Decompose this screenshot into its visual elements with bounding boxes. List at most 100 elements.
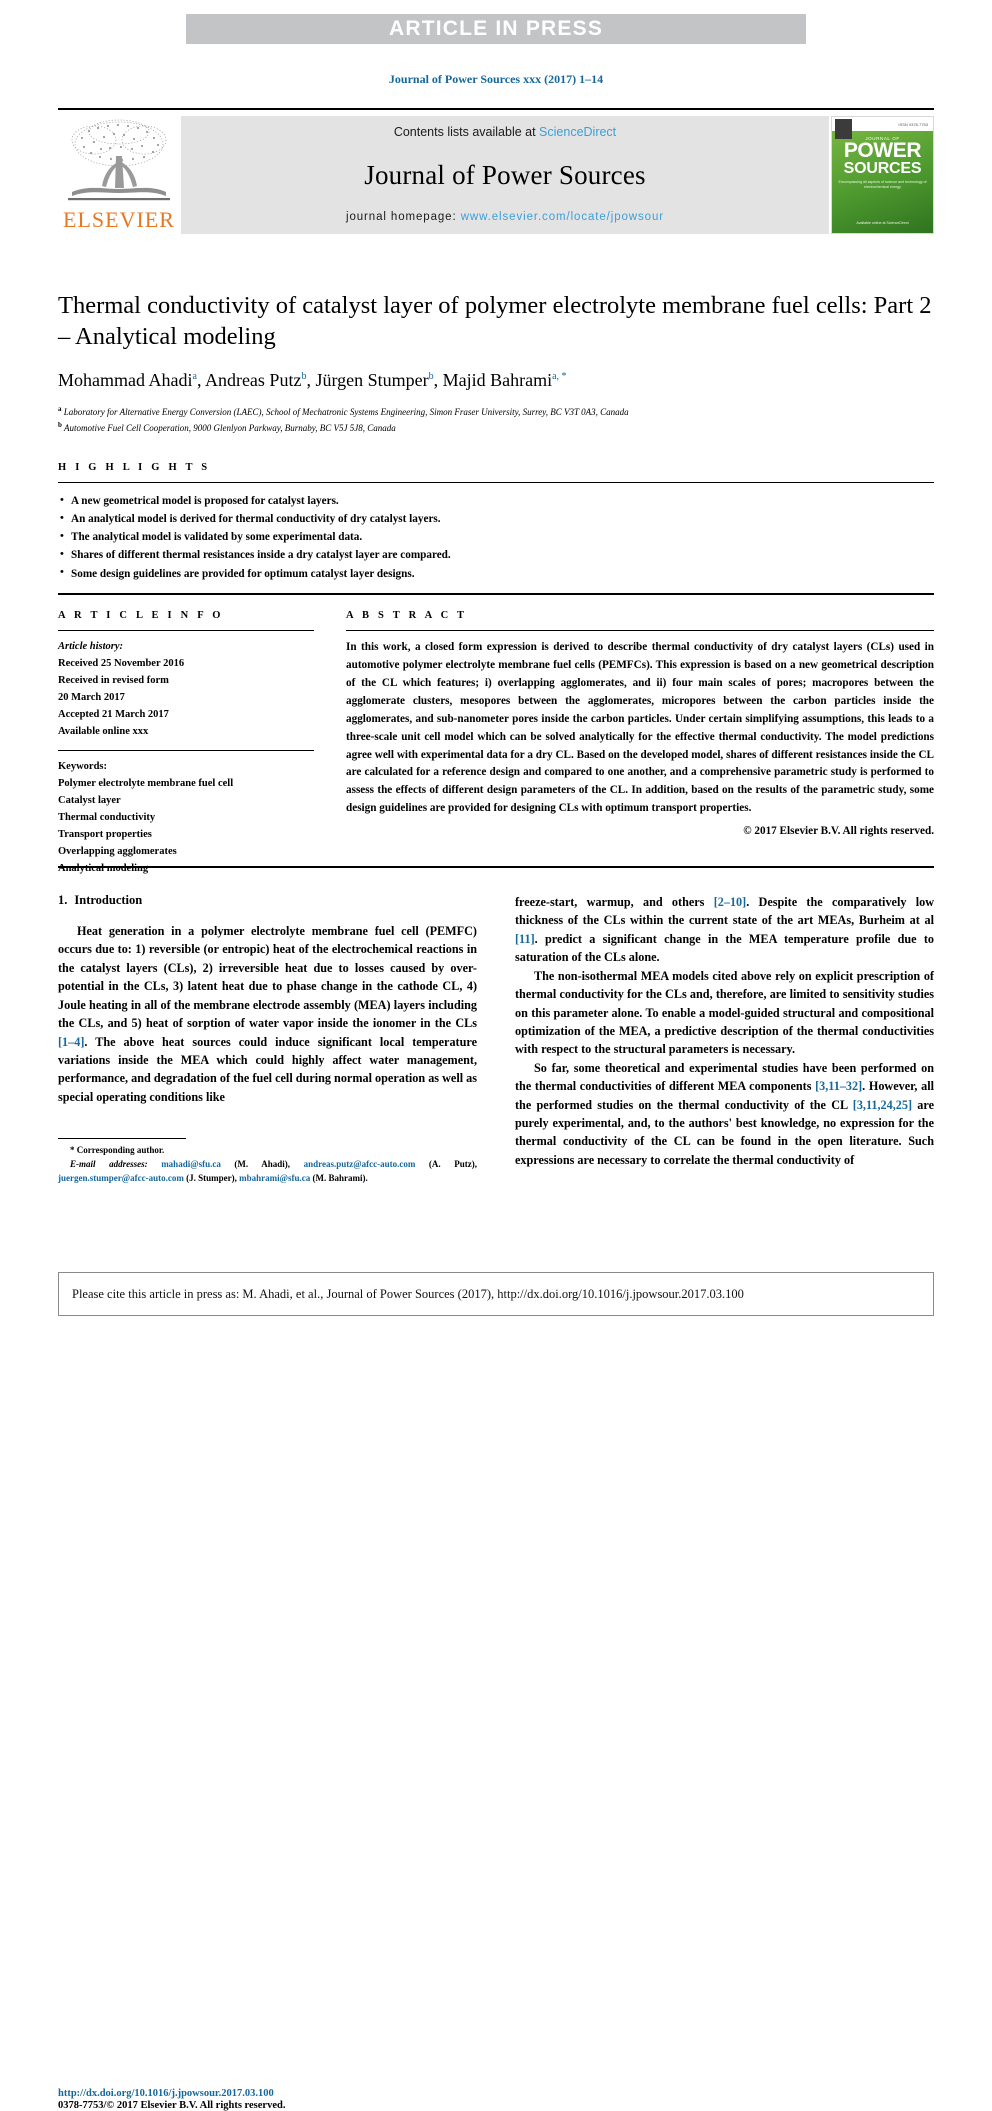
author-name: Mohammad Ahadi (58, 369, 193, 390)
list-item: Shares of different thermal resistances … (58, 546, 934, 564)
cite-this-article-text: Please cite this article in press as: M.… (72, 1286, 744, 1301)
keyword-item: Thermal conductivity (58, 812, 156, 823)
body-paragraph: So far, some theoretical and experimenta… (515, 1060, 934, 1167)
highlights-section: H I G H L I G H T S A new geometrical mo… (58, 462, 934, 595)
homepage-label: journal homepage: (346, 211, 461, 223)
author-affil-mark: b (301, 370, 307, 382)
affiliation-item: b Automotive Fuel Cell Cooperation, 9000… (58, 420, 934, 436)
email-person: (J. Stumper) (186, 1172, 235, 1183)
list-item: A new geometrical model is proposed for … (58, 491, 934, 510)
author-entry: Mohammad Ahadia (58, 370, 197, 390)
keywords-label: Keywords: (58, 761, 107, 772)
body-columns: 1. Introduction Heat generation in a poly… (58, 893, 934, 2111)
article-in-press-label: ARTICLE IN PRESS (388, 17, 604, 40)
body-column-right: freeze-start, warmup, and others [2–10].… (515, 893, 934, 1169)
list-item: An analytical model is derived for therm… (58, 510, 934, 528)
cover-subtitle: Encompassing all aspects of science and … (838, 180, 927, 190)
section-title: Introduction (74, 893, 143, 907)
section-number: 1. (58, 893, 68, 907)
email-link[interactable]: mbahrami@sfu.ca (239, 1173, 310, 1183)
cover-title-sources: SOURCES (843, 160, 922, 177)
body-paragraph: The non-isothermal MEA models cited abov… (515, 968, 934, 1057)
author-affil-mark: b (428, 370, 434, 382)
cover-title-power: POWER (843, 139, 922, 162)
elsevier-wordmark: ELSEVIER (63, 207, 175, 232)
article-history-item: Available online xxx (58, 726, 149, 737)
elsevier-logo: ELSEVIER (58, 116, 180, 234)
article-in-press-banner: ARTICLE IN PRESS (186, 14, 806, 44)
doi-link[interactable]: http://dx.doi.org/10.1016/j.jpowsour.201… (58, 2088, 477, 2099)
section-heading-introduction: 1. Introduction (58, 893, 477, 908)
citation-ref[interactable]: [3,11,24,25] (853, 1098, 912, 1112)
email-addresses-label: E-mail addresses: (70, 1158, 148, 1169)
email-person: (M. Ahadi) (234, 1158, 288, 1169)
affiliation-mark: b (58, 420, 62, 429)
article-info-heading: A R T I C L E I N F O (58, 610, 224, 621)
article-history-item: Received in revised form (58, 675, 169, 686)
author-name: Jürgen Stumper (315, 369, 429, 390)
email-person: (M. Bahrami) (312, 1172, 366, 1183)
journal-title: Journal of Power Sources (364, 159, 646, 190)
abstract-heading: A B S T R A C T (346, 610, 468, 621)
keywords-block: Keywords: Polymer electrolyte membrane f… (58, 751, 314, 877)
cover-footer: Available online at ScienceDirect (856, 220, 909, 225)
journal-banner: Contents lists available at ScienceDirec… (181, 116, 829, 234)
article-history-item: Accepted 21 March 2017 (58, 709, 169, 720)
list-item: Some design guidelines are provided for … (58, 564, 934, 583)
citation-ref[interactable]: [2–10] (714, 895, 747, 909)
cover-issn: ISSN 0378-7753 (898, 122, 928, 127)
abstract-text: In this work, a closed form expression i… (346, 641, 934, 815)
author-entry: Majid Bahramia, * (443, 370, 567, 390)
list-item: The analytical model is validated by som… (58, 528, 934, 546)
asterisk-icon: * (70, 1145, 75, 1155)
article-history-block: Article history: Received 25 November 20… (58, 631, 314, 740)
title-block: Thermal conductivity of catalyst layer o… (58, 290, 934, 436)
keyword-item: Overlapping agglomerates (58, 846, 177, 857)
email-person: (A. Putz) (428, 1158, 475, 1169)
highlights-bottom-rule (58, 592, 934, 595)
article-history-label: Article history: (58, 641, 124, 652)
affiliation-list: a Laboratory for Alternative Energy Conv… (58, 404, 934, 436)
email-link[interactable]: mahadi@sfu.ca (161, 1159, 221, 1169)
keyword-item: Analytical modeling (58, 863, 149, 874)
abstract-copyright: © 2017 Elsevier B.V. All rights reserved… (743, 825, 934, 838)
issn-copyright-line: 0378-7753/© 2017 Elsevier B.V. All right… (58, 2100, 286, 2111)
article-info-section: A R T I C L E I N F O Article history: R… (58, 610, 314, 877)
cite-this-article-box: Please cite this article in press as: M.… (58, 1272, 934, 1316)
affiliation-text: Automotive Fuel Cell Cooperation, 9000 G… (64, 422, 396, 433)
page-title: Thermal conductivity of catalyst layer o… (58, 292, 932, 351)
corresponding-author-note: * Corresponding author. (58, 1144, 477, 1158)
keyword-item: Polymer electrolyte membrane fuel cell (58, 778, 234, 789)
article-history-item: 20 March 2017 (58, 692, 125, 703)
footnote-rule (58, 1138, 186, 1139)
citation-ref[interactable]: [11] (515, 932, 535, 946)
citation-ref[interactable]: [3,11–32] (815, 1079, 862, 1093)
affiliation-text: Laboratory for Alternative Energy Conver… (63, 406, 629, 417)
citation-ref[interactable]: [1–4] (58, 1035, 84, 1049)
author-entry: Andreas Putzb (205, 370, 306, 390)
sciencedirect-link[interactable]: ScienceDirect (539, 125, 616, 139)
author-affil-mark: a, * (552, 370, 567, 382)
author-affil-mark: a (192, 370, 197, 382)
journal-homepage-line: journal homepage: www.elsevier.com/locat… (346, 211, 664, 223)
email-link[interactable]: juergen.stumper@afcc-auto.com (58, 1173, 184, 1183)
author-name: Majid Bahrami (442, 369, 553, 390)
doi-block: http://dx.doi.org/10.1016/j.jpowsour.201… (58, 2088, 477, 2111)
keyword-item: Transport properties (58, 829, 152, 840)
article-history-item: Received 25 November 2016 (58, 658, 185, 669)
journal-masthead: ELSEVIER Contents lists available at Sci… (58, 108, 934, 234)
footnote-block: * Corresponding author. E-mail addresses… (58, 1138, 477, 1186)
body-paragraph: freeze-start, warmup, and others [2–10].… (515, 895, 934, 965)
keyword-item: Catalyst layer (58, 795, 121, 806)
author-list: Mohammad Ahadia, Andreas Putzb, Jürgen S… (58, 369, 567, 390)
contents-prefix: Contents lists available at (393, 125, 540, 139)
highlights-heading: H I G H L I G H T S (58, 462, 211, 473)
homepage-url-link[interactable]: www.elsevier.com/locate/jpowsour (461, 211, 664, 223)
corresponding-author-label: Corresponding author. (76, 1145, 165, 1155)
affiliation-item: a Laboratory for Alternative Energy Conv… (58, 404, 934, 420)
body-column-left: 1. Introduction Heat generation in a poly… (58, 893, 477, 2111)
journal-cover-thumbnail: ISSN 0378-7753 JOURNAL OF POWER SOURCES … (831, 116, 934, 234)
author-entry: Jürgen Stumperb (315, 370, 433, 390)
email-link[interactable]: andreas.putz@afcc-auto.com (304, 1159, 416, 1169)
highlights-list: A new geometrical model is proposed for … (58, 483, 934, 583)
